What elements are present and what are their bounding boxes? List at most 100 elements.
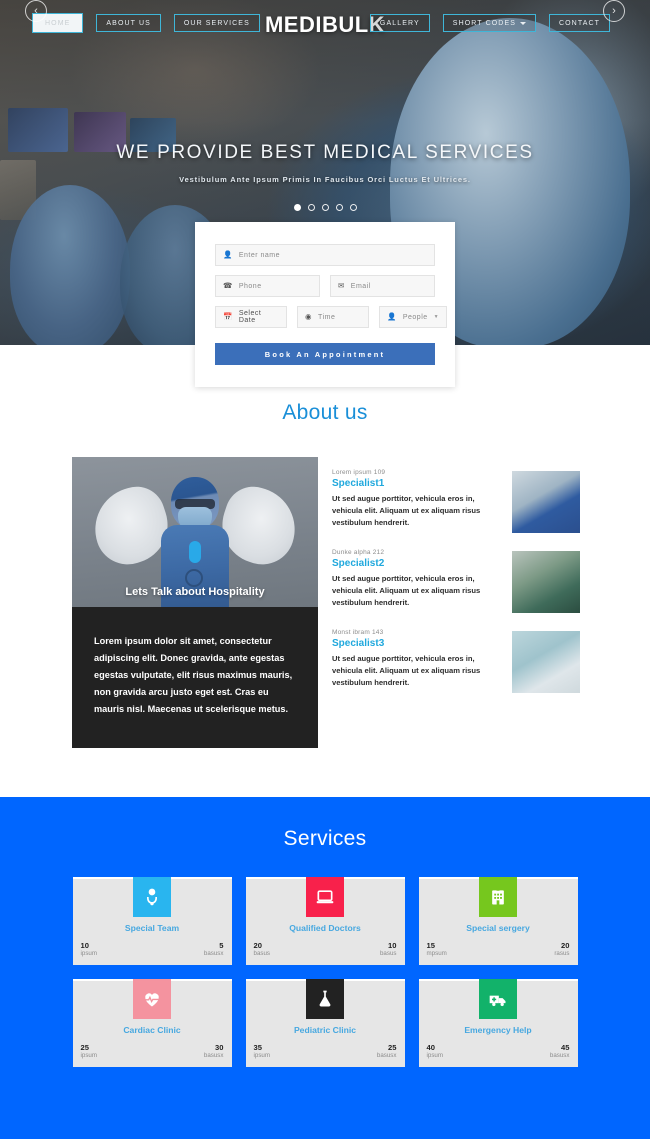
stat-label: ipsum (253, 1052, 271, 1060)
phone-icon: ☎ (223, 281, 233, 291)
microphone-icon (189, 541, 201, 563)
service-stat-left: 35 ipsum (254, 1043, 271, 1060)
time-placeholder: Time (318, 313, 336, 321)
service-stat-right: 5 basusx (204, 941, 224, 958)
service-name: Special sergery (466, 923, 530, 933)
people-select[interactable]: 👤 People ▼ (379, 306, 448, 328)
stat-number: 25 (388, 1042, 397, 1052)
chevron-right-icon[interactable]: › (603, 0, 625, 22)
stat-label: rasus (554, 950, 570, 958)
name-field[interactable]: 👤 Enter name (215, 244, 435, 266)
time-field[interactable]: ◉ Time (297, 306, 369, 328)
laptop-icon (306, 877, 344, 917)
service-stats: 25 ipsum 30 basusx (81, 1043, 224, 1060)
stat-number: 40 (426, 1042, 435, 1052)
carousel-dot[interactable] (293, 204, 301, 211)
specialist-text: Lorem ipsum 109 Specialist1 Ut sed augue… (332, 469, 502, 533)
phone-placeholder: Phone (238, 282, 262, 290)
chevron-left-icon[interactable]: ‹ (25, 0, 47, 22)
hospitality-caption: Lets Talk about Hospitality (125, 586, 265, 598)
carousel-dot[interactable] (349, 204, 357, 211)
specialist-text: Dunke alpha 212 Specialist2 Ut sed augue… (332, 549, 502, 613)
nav-label: ABOUT US (106, 20, 151, 27)
hero-copy: WE PROVIDE BEST MEDICAL SERVICES Vestibu… (0, 142, 650, 211)
email-field[interactable]: ✉ Email (330, 275, 435, 297)
heart-pulse-icon (133, 979, 171, 1019)
stat-label: basusx (376, 1052, 397, 1060)
nav-label: SHORT CODES (452, 20, 516, 27)
service-stats: 10 ipsum 5 basusx (81, 941, 224, 958)
stat-number: 45 (561, 1042, 570, 1052)
service-stat-right: 20 rasus (554, 941, 569, 958)
nav-left-group: HOME ABOUT US OUR SERVICES (32, 13, 260, 33)
services-grid: Special Team 10 ipsum 5 basusx Qualified… (0, 877, 650, 1067)
service-card-special-sergery[interactable]: Special sergery 15 mpsum 20 rasus (418, 877, 578, 965)
nav-item-contact[interactable]: CONTACT (548, 14, 610, 32)
carousel-dot[interactable] (321, 204, 329, 211)
specialist-description: Ut sed augue porttitor, vehicula eros in… (332, 494, 481, 527)
nav-item-our-services[interactable]: OUR SERVICES (173, 14, 260, 32)
about-section-title: About us (282, 401, 368, 424)
stat-number: 20 (253, 940, 262, 950)
date-field[interactable]: 📅 Select Date (215, 306, 287, 328)
nav-label: HOME (45, 20, 71, 27)
stat-number: 20 (561, 940, 570, 950)
ambulance-icon (479, 979, 517, 1019)
hero-headline: WE PROVIDE BEST MEDICAL SERVICES (116, 142, 534, 163)
service-stat-right: 25 basusx (377, 1043, 397, 1060)
nav-item-gallery[interactable]: GALLERY (369, 14, 430, 32)
carousel-dot[interactable] (335, 204, 343, 211)
specialist-text: Monst ibram 143 Specialist3 Ut sed augue… (332, 629, 502, 693)
specialist-name[interactable]: Specialist2 (332, 558, 502, 569)
service-stat-left: 15 mpsum (427, 941, 447, 958)
service-name: Qualified Doctors (289, 923, 361, 933)
list-item[interactable]: Dunke alpha 212 Specialist2 Ut sed augue… (332, 549, 580, 613)
stat-number: 10 (388, 940, 397, 950)
service-card-qualified-doctors[interactable]: Qualified Doctors 20 basus 10 basus (245, 877, 405, 965)
nav-item-about-us[interactable]: ABOUT US (96, 14, 161, 32)
hospitality-card-image: Lets Talk about Hospitality (72, 457, 318, 607)
list-item[interactable]: Monst ibram 143 Specialist3 Ut sed augue… (332, 629, 580, 693)
about-section: About us Lets Talk about Hospitality Lor… (0, 345, 650, 749)
service-card-emergency-help[interactable]: Emergency Help 40 ipsum 45 basusx (418, 979, 578, 1067)
nav-right-group: GALLERY SHORT CODES CONTACT (369, 14, 610, 32)
chevron-down-icon (519, 22, 526, 25)
phone-field[interactable]: ☎ Phone (215, 275, 320, 297)
specialist-name[interactable]: Specialist3 (332, 638, 502, 649)
stat-label: ipsum (80, 950, 98, 958)
service-name: Special Team (124, 923, 180, 933)
flask-icon (306, 979, 344, 1019)
book-appointment-button[interactable]: Book An Appointment (215, 343, 435, 365)
stat-number: 30 (215, 1042, 224, 1052)
service-name: Emergency Help (464, 1025, 532, 1035)
carousel-dot[interactable] (307, 204, 315, 211)
clock-icon: ◉ (305, 312, 313, 322)
service-stat-left: 10 ipsum (81, 941, 98, 958)
service-stat-left: 40 ipsum (427, 1043, 444, 1060)
specialist-meta: Monst ibram 143 (332, 629, 384, 636)
date-label: Select Date (238, 310, 262, 324)
specialist-description: Ut sed augue porttitor, vehicula eros in… (332, 574, 481, 607)
about-content: Lets Talk about Hospitality Lorem ipsum … (0, 425, 650, 749)
specialist-name[interactable]: Specialist1 (332, 478, 502, 489)
specialist-thumbnail (512, 471, 580, 533)
list-item[interactable]: Lorem ipsum 109 Specialist1 Ut sed augue… (332, 469, 580, 533)
nav-label: CONTACT (558, 20, 600, 27)
nav-item-short-codes[interactable]: SHORT CODES (442, 14, 536, 32)
specialist-description: Ut sed augue porttitor, vehicula eros in… (332, 654, 481, 687)
stat-label: ipsum (80, 1052, 98, 1060)
stat-label: basus (253, 950, 271, 958)
user-icon: 👤 (387, 312, 397, 322)
services-section-title: Services (283, 827, 367, 850)
stat-label: basus (379, 950, 397, 958)
service-stat-right: 30 basusx (204, 1043, 224, 1060)
services-section: Services Special Team 10 ipsum 5 basusx (0, 797, 650, 1139)
service-card-special-team[interactable]: Special Team 10 ipsum 5 basusx (72, 877, 232, 965)
caret-down-icon: ▼ (433, 314, 440, 320)
service-card-cardiac-clinic[interactable]: Cardiac Clinic 25 ipsum 30 basusx (72, 979, 232, 1067)
form-row: ☎ Phone ✉ Email (215, 275, 435, 297)
service-card-pediatric-clinic[interactable]: Pediatric Clinic 35 ipsum 25 basusx (245, 979, 405, 1067)
stat-label: basusx (549, 1052, 570, 1060)
service-stat-right: 45 basusx (550, 1043, 570, 1060)
service-stat-right: 10 basus (380, 941, 397, 958)
